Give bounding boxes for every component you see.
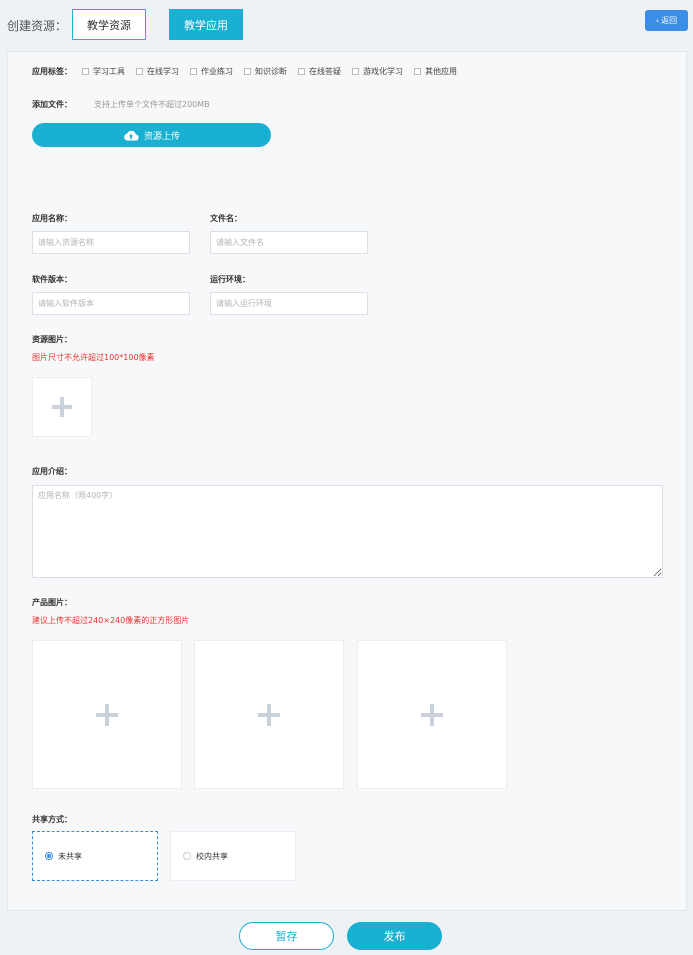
radio-selected-icon [45,852,53,860]
file-size-hint: 支持上传单个文件不超过200MB [94,100,210,109]
tag-checkbox-other[interactable]: 其他应用 [414,66,457,77]
publish-button[interactable]: 发布 [347,922,442,950]
resource-image-label: 资源图片： [32,335,72,344]
tag-checkbox-gamified[interactable]: 游戏化学习 [352,66,403,77]
checkbox-icon [244,68,251,75]
back-button-label: 返回 [661,16,678,25]
runtime-env-label: 运行环境： [210,275,250,284]
form-panel: 应用标签： 学习工具 在线学习 作业练习 知识诊断 在线答疑 游戏化学习 其他应… [7,51,687,911]
share-option-school[interactable]: 校内共享 [170,831,296,881]
create-resource-label: 创建资源： [7,19,68,33]
cloud-upload-icon [124,130,139,141]
share-option-none-label: 未共享 [58,851,82,861]
product-image-hint: 建议上传不超过240×240像素的正方形图片 [32,616,190,625]
plus-icon [421,703,443,726]
share-option-none[interactable]: 未共享 [32,831,158,881]
app-name-label: 应用名称： [32,214,72,223]
radio-icon [183,852,191,860]
chevron-left-icon: ‹ [655,16,660,25]
product-image-label: 产品图片： [32,598,72,607]
checkbox-icon [352,68,359,75]
tags-label: 应用标签： [32,67,72,76]
resource-image-hint: 图片尺寸不允许超过100*100像素 [32,353,155,362]
back-button[interactable]: ‹ 返回 [645,10,688,31]
tag-checkbox-qa[interactable]: 在线答疑 [298,66,341,77]
add-file-label: 添加文件： [32,100,72,109]
product-image-upload-2[interactable] [194,640,344,789]
plus-icon [258,703,280,726]
upload-button[interactable]: 资源上传 [32,123,271,147]
checkbox-icon [136,68,143,75]
checkbox-icon [190,68,197,75]
upload-button-label: 资源上传 [143,131,180,142]
app-name-input[interactable] [32,231,190,254]
software-version-input[interactable] [32,292,190,315]
tab-teaching-app[interactable]: 教学应用 [169,9,243,40]
checkbox-icon [414,68,421,75]
product-image-upload-3[interactable] [357,640,507,789]
checkbox-icon [82,68,89,75]
tag-checkbox-online-learning[interactable]: 在线学习 [136,66,179,77]
share-option-school-label: 校内共享 [196,851,228,861]
file-name-label: 文件名： [210,214,242,223]
tag-checkbox-diagnosis[interactable]: 知识诊断 [244,66,287,77]
plus-icon [96,703,118,726]
plus-icon [52,397,72,417]
share-mode-label: 共享方式： [32,815,72,824]
tag-checkbox-homework[interactable]: 作业练习 [190,66,233,77]
tags-row: 应用标签： 学习工具 在线学习 作业练习 知识诊断 在线答疑 游戏化学习 其他应… [32,66,468,77]
save-draft-button[interactable]: 暂存 [239,922,334,950]
file-name-input[interactable] [210,231,368,254]
tab-teaching-resource[interactable]: 教学资源 [72,9,146,40]
product-image-upload-1[interactable] [32,640,182,789]
top-bar: 创建资源： 教学资源 教学应用 ‹ 返回 [0,0,693,50]
resource-image-upload[interactable] [32,377,92,437]
runtime-env-input[interactable] [210,292,368,315]
app-intro-textarea[interactable] [32,485,663,578]
app-intro-label: 应用介绍： [32,467,72,476]
checkbox-icon [298,68,305,75]
tag-checkbox-learning-tool[interactable]: 学习工具 [82,66,125,77]
software-version-label: 软件版本： [32,275,72,284]
